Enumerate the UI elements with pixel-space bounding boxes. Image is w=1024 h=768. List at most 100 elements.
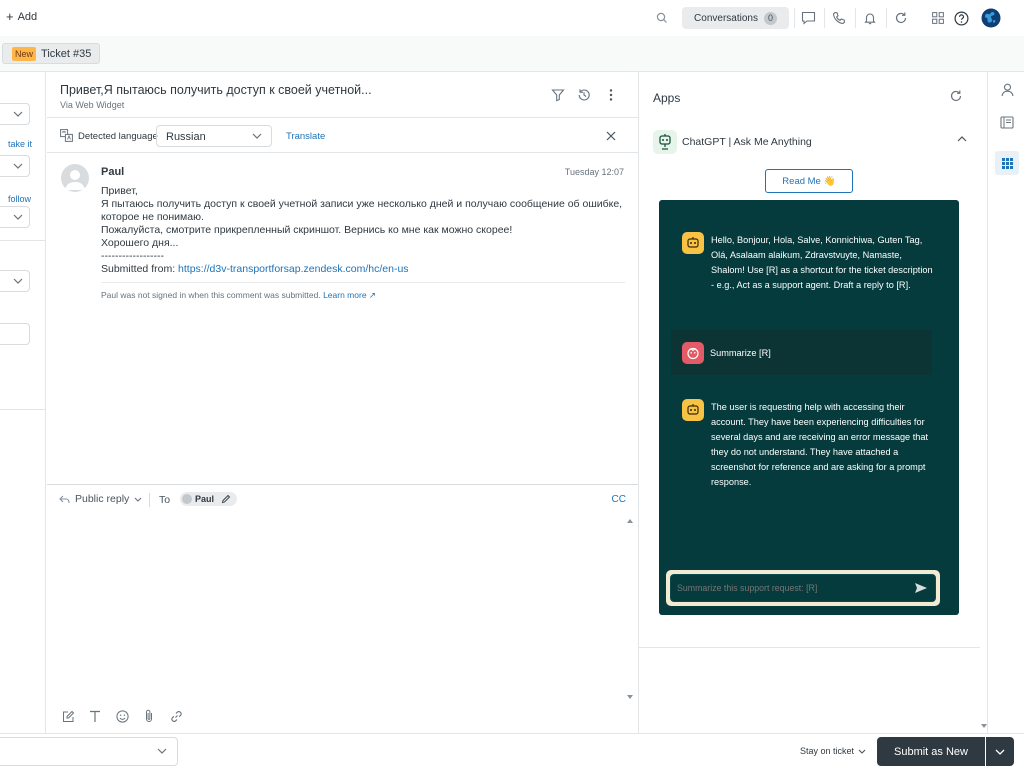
avatar (61, 164, 89, 192)
chevron-down-icon (157, 748, 167, 754)
external-link-icon: ↗ (368, 290, 377, 300)
chat-prompt-input[interactable] (670, 574, 936, 602)
avatar (182, 494, 192, 504)
divider (639, 647, 980, 648)
reply-type-select[interactable]: Public reply (59, 493, 142, 505)
reply-textarea[interactable] (59, 515, 624, 700)
translate-button[interactable]: Translate (286, 131, 325, 142)
bell-icon[interactable] (860, 8, 880, 28)
stay-on-ticket-label: Stay on ticket (800, 746, 855, 756)
context-panel-rail (987, 72, 1024, 733)
reply-icon (59, 495, 70, 503)
stay-on-ticket-select[interactable]: Stay on ticket (800, 746, 866, 756)
property-select[interactable] (0, 155, 30, 177)
tab-bar: New Ticket #35 (0, 36, 1024, 72)
send-icon[interactable] (914, 582, 928, 594)
bot-message-text: Hello, Bonjour, Hola, Salve, Konnichiwa,… (711, 235, 933, 290)
user-icon[interactable] (995, 78, 1019, 102)
ticket-properties-panel: take it follow (0, 72, 46, 733)
divider (824, 8, 825, 28)
add-label: Add (17, 11, 38, 23)
history-icon[interactable] (577, 88, 591, 102)
divider (101, 282, 625, 283)
divider (855, 8, 856, 28)
property-select[interactable] (0, 206, 30, 228)
property-input[interactable] (0, 323, 30, 345)
read-me-label: Read Me (782, 175, 821, 187)
footer-bar: Stay on ticket Submit as New (0, 733, 1024, 768)
comment-line: Я пытаюсь получить доступ к своей учетно… (101, 198, 623, 210)
learn-more-link[interactable]: Learn more ↗ (323, 290, 376, 300)
chevron-up-icon[interactable] (957, 136, 967, 142)
filter-icon[interactable] (551, 88, 565, 102)
help-icon[interactable] (951, 8, 971, 28)
apps-grid-icon[interactable] (928, 8, 948, 28)
translate-icon (60, 129, 73, 142)
comment-line: ------------------ (101, 250, 164, 262)
divider (886, 8, 887, 28)
submitted-from: Submitted from: https://d3v-transportfor… (101, 263, 621, 276)
app-name: ChatGPT | Ask Me Anything (682, 136, 812, 148)
ticket-header: Привет,Я пытаюсь получить доступ к своей… (47, 72, 638, 118)
apply-macro-select[interactable] (0, 737, 178, 766)
compose-icon[interactable] (61, 709, 75, 723)
learn-more-label: Learn more (323, 290, 367, 300)
divider (0, 240, 46, 241)
scrollbar[interactable] (626, 517, 634, 701)
book-icon[interactable] (995, 110, 1019, 134)
comment-line: которое не понимаю. (101, 211, 204, 223)
top-bar: + Add Conversations 0 (0, 0, 1024, 36)
read-me-button[interactable]: Read Me 👋 (765, 169, 853, 193)
submitted-from-label: Submitted from: (101, 263, 179, 275)
link-icon[interactable] (169, 709, 183, 723)
divider (149, 493, 150, 507)
refresh-icon[interactable] (891, 8, 911, 28)
property-select[interactable] (0, 103, 30, 125)
globe-icon[interactable] (980, 7, 1002, 29)
chatgpt-chat-window: Hello, Bonjour, Hola, Salve, Konnichiwa,… (659, 200, 959, 615)
cc-button[interactable]: CC (612, 494, 626, 505)
apps-title: Apps (653, 91, 681, 105)
ticket-title: Привет,Я пытаюсь получить доступ к своей… (60, 83, 372, 97)
phone-icon[interactable] (829, 8, 849, 28)
user-avatar-icon (682, 342, 704, 364)
recipient-pill[interactable]: Paul (180, 492, 238, 506)
chat-icon[interactable] (798, 8, 818, 28)
comment-note: Paul was not signed in when this comment… (101, 290, 376, 301)
plus-icon: + (6, 9, 14, 24)
to-label: To (159, 494, 171, 506)
submit-options-button[interactable] (986, 737, 1014, 766)
chevron-down-icon (13, 111, 23, 117)
property-select[interactable] (0, 270, 30, 292)
chevron-down-icon (252, 133, 262, 139)
submitted-url-link[interactable]: https://d3v-transportforsap.zendesk.com/… (178, 263, 409, 275)
conversations-button[interactable]: Conversations 0 (682, 7, 789, 29)
bot-avatar-icon (682, 399, 704, 421)
apps-grid-icon[interactable] (995, 151, 1019, 175)
attach-icon[interactable] (142, 709, 156, 723)
tab-label: Ticket #35 (41, 47, 92, 60)
text-format-icon[interactable] (88, 709, 102, 723)
add-button[interactable]: + Add (6, 9, 38, 24)
translation-bar: Detected language Russian Translate (47, 119, 638, 153)
emoji-icon[interactable] (115, 709, 129, 723)
submit-button[interactable]: Submit as New (877, 737, 985, 766)
chevron-down-icon (13, 214, 23, 220)
follow-link[interactable]: follow (8, 194, 31, 204)
language-select[interactable]: Russian (156, 125, 272, 147)
tab-ticket[interactable]: New Ticket #35 (2, 43, 101, 64)
chevron-down-icon (13, 163, 23, 169)
user-message: Summarize [R] (671, 330, 932, 375)
chevron-down-icon (995, 749, 1005, 755)
detected-language-label: Detected language (78, 131, 158, 142)
search-icon[interactable] (652, 8, 672, 28)
take-it-link[interactable]: take it (8, 139, 32, 149)
chevron-down-icon (858, 749, 866, 754)
refresh-icon[interactable] (949, 89, 963, 103)
comment-body: Привет, Я пытаюсь получить доступ к свое… (101, 185, 623, 276)
close-icon[interactable] (605, 130, 617, 142)
comment-line: Пожалуйста, смотрите прикрепленный скрин… (101, 224, 513, 236)
app-header[interactable]: ChatGPT | Ask Me Anything (653, 130, 967, 154)
chat-input-container (666, 570, 940, 606)
more-icon[interactable] (604, 88, 618, 102)
